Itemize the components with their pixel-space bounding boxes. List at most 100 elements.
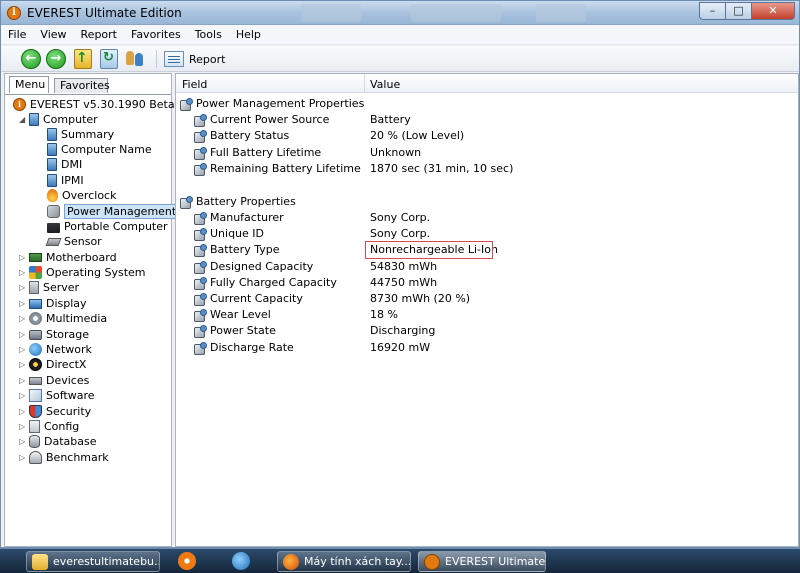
expand-arrow-icon[interactable]: ▷ (19, 422, 28, 431)
property-icon (194, 341, 207, 355)
tree-item-operating-system[interactable]: ▷ Operating System (19, 265, 146, 280)
expand-arrow-icon[interactable]: ▷ (19, 268, 28, 277)
computer-icon (29, 113, 39, 126)
tree-item-computer[interactable]: ◢ Computer (19, 112, 98, 127)
tree-item-devices[interactable]: ▷ Devices (19, 373, 89, 388)
expand-arrow-icon[interactable]: ▷ (19, 314, 28, 323)
everest-info-icon: i (7, 6, 21, 20)
internet-explorer-icon[interactable] (232, 552, 250, 570)
taskbar-button-firefox[interactable]: Máy tính xách tay... (277, 551, 411, 572)
close-button[interactable]: ✕ (751, 2, 795, 20)
tree-item-label: Power Management (64, 204, 180, 219)
media-player-icon[interactable] (178, 552, 196, 570)
tree-item-summary[interactable]: Summary (47, 127, 114, 142)
tree-item-multimedia[interactable]: ▷ Multimedia (19, 311, 107, 326)
tree-item-label: Computer Name (61, 143, 152, 156)
expand-arrow-icon[interactable]: ▷ (19, 330, 28, 339)
table-row[interactable]: Current Capacity 8730 mWh (20 %) (176, 291, 796, 307)
tree-item-software[interactable]: ▷ Software (19, 388, 95, 403)
menu-favorites[interactable]: Favorites (124, 25, 188, 41)
table-row[interactable]: Fully Charged Capacity 44750 mWh (176, 275, 796, 291)
tree-item-display[interactable]: ▷ Display (19, 296, 87, 311)
tree-item-portable-computer[interactable]: Portable Computer (47, 219, 168, 234)
report-icon (164, 51, 184, 67)
property-icon (194, 308, 207, 322)
expand-arrow-icon[interactable]: ▷ (19, 299, 28, 308)
expand-arrow-icon[interactable]: ▷ (19, 376, 28, 385)
table-row[interactable]: Power State Discharging (176, 323, 796, 339)
table-row[interactable]: Full Battery Lifetime Unknown (176, 145, 796, 161)
tree-root[interactable]: i EVEREST v5.30.1990 Beta (13, 97, 175, 112)
refresh-icon[interactable] (100, 49, 118, 69)
expand-arrow-icon[interactable]: ▷ (19, 283, 28, 292)
table-row[interactable]: Wear Level 18 % (176, 307, 796, 323)
menu-help[interactable]: Help (229, 25, 268, 41)
title-bar[interactable]: i EVEREST Ultimate Edition – □ ✕ (1, 1, 799, 25)
value-cell: 8730 mWh (20 %) (370, 292, 471, 305)
laptop-icon (47, 222, 60, 233)
table-row[interactable]: Discharge Rate 16920 mW (176, 340, 796, 356)
value-cell: 16920 mW (370, 341, 431, 354)
tree-item-sensor[interactable]: Sensor (45, 234, 102, 249)
group-header-row[interactable]: Power Management Properties (176, 96, 796, 112)
tree-item-network[interactable]: ▷ Network (19, 342, 92, 357)
tree-item-security[interactable]: ▷ Security (19, 404, 91, 419)
tree-item-benchmark[interactable]: ▷ Benchmark (19, 450, 109, 465)
value-cell: Sony Corp. (370, 227, 431, 240)
tree-item-server[interactable]: ▷ Server (19, 280, 79, 295)
tree-item-overclock[interactable]: Overclock (47, 188, 116, 203)
expand-arrow-icon[interactable]: ▷ (19, 345, 28, 354)
directx-icon (29, 358, 42, 371)
taskbar-button-folder[interactable]: everestultimatebu... (26, 551, 160, 572)
tree-item-computer-name[interactable]: Computer Name (47, 142, 152, 157)
field-cell: Current Capacity (210, 292, 303, 305)
report-button[interactable]: Report (164, 49, 225, 69)
expand-arrow-icon[interactable]: ▷ (19, 437, 28, 446)
table-row[interactable]: Remaining Battery Lifetime 1870 sec (31 m… (176, 161, 796, 177)
tab-menu[interactable]: Menu (9, 76, 49, 93)
forward-arrow-icon[interactable] (46, 49, 66, 69)
column-header-field[interactable]: Field (182, 78, 207, 91)
taskbar-button-everest[interactable]: EVEREST Ultimate... (418, 551, 546, 572)
back-arrow-icon[interactable] (21, 49, 41, 69)
expand-arrow-icon[interactable]: ▷ (19, 453, 28, 462)
table-row[interactable]: Unique ID Sony Corp. (176, 226, 796, 242)
expand-arrow-icon[interactable]: ▷ (19, 407, 28, 416)
menu-tools[interactable]: Tools (188, 25, 229, 41)
computer-icon (47, 143, 57, 156)
group-header-row[interactable]: Battery Properties (176, 194, 796, 210)
table-row[interactable]: Current Power Source Battery (176, 112, 796, 128)
tree-item-config[interactable]: ▷ Config (19, 419, 79, 434)
expand-arrow-icon[interactable]: ▷ (19, 391, 28, 400)
tree-item-storage[interactable]: ▷ Storage (19, 327, 89, 342)
column-divider[interactable] (364, 74, 365, 93)
tree-item-ipmi[interactable]: IPMI (47, 173, 84, 188)
collapse-arrow-icon[interactable]: ◢ (19, 115, 28, 124)
tree-item-motherboard[interactable]: ▷ Motherboard (19, 250, 117, 265)
users-icon[interactable] (125, 49, 145, 69)
expand-arrow-icon[interactable]: ▷ (19, 253, 28, 262)
column-header-value[interactable]: Value (370, 78, 400, 91)
tree-item-label: DirectX (46, 358, 87, 371)
minimize-button[interactable]: – (699, 2, 725, 20)
table-row[interactable]: Designed Capacity 54830 mWh (176, 259, 796, 275)
navigation-tree: i EVEREST v5.30.1990 Beta ◢ Computer Summa… (5, 94, 180, 464)
tree-item-dmi[interactable]: DMI (47, 157, 82, 172)
table-row[interactable]: Battery Status 20 % (Low Level) (176, 128, 796, 144)
table-row[interactable]: Manufacturer Sony Corp. (176, 210, 796, 226)
tree-item-label: Benchmark (46, 451, 109, 464)
tree-item-directx[interactable]: ▷ DirectX (19, 357, 86, 372)
tree-item-label: Multimedia (46, 312, 108, 325)
menu-report[interactable]: Report (74, 25, 124, 41)
menu-view[interactable]: View (33, 25, 73, 41)
menu-file[interactable]: File (1, 25, 33, 41)
tree-item-database[interactable]: ▷ Database (19, 434, 97, 449)
property-icon (194, 292, 207, 306)
tree-item-power-management[interactable]: Power Management (47, 204, 180, 219)
tree-item-label: Config (44, 420, 80, 433)
maximize-button[interactable]: □ (725, 2, 751, 20)
up-folder-icon[interactable] (74, 49, 92, 69)
tab-favorites[interactable]: Favorites (54, 78, 110, 93)
expand-arrow-icon[interactable]: ▷ (19, 360, 28, 369)
property-icon (194, 211, 207, 225)
